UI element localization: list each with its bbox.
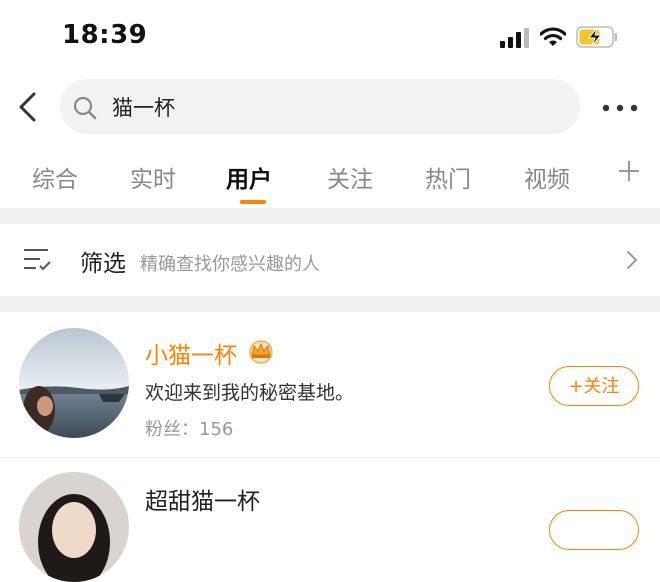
search-icon [73, 96, 97, 120]
chevron-right-icon [627, 251, 638, 269]
battery-charging-icon [576, 26, 617, 48]
section-divider [0, 208, 660, 224]
back-arrow-icon[interactable] [16, 92, 40, 122]
tab-comprehensive[interactable]: 综合 [32, 160, 78, 194]
avatar[interactable] [19, 328, 129, 438]
active-tab-indicator [240, 200, 266, 204]
user-name[interactable]: 小猫一杯 [145, 336, 237, 370]
section-divider [0, 296, 660, 312]
filter-icon [24, 249, 51, 271]
status-time: 18:39 [62, 20, 148, 50]
tab-video[interactable]: 视频 [524, 160, 570, 194]
fans-count: 粉丝：156 [145, 415, 233, 441]
user-bio: 欢迎来到我的秘密基地。 [145, 382, 355, 404]
tab-users[interactable]: 用户 [226, 160, 272, 194]
tab-realtime[interactable]: 实时 [130, 160, 176, 194]
tab-hot[interactable]: 热门 [425, 160, 471, 194]
search-query[interactable]: 猫一杯 [112, 92, 175, 122]
crown-badge-icon [249, 340, 273, 364]
avatar-image [19, 328, 129, 438]
avatar-image [19, 472, 129, 582]
cellular-signal-icon [500, 28, 529, 48]
follow-button[interactable] [549, 510, 639, 550]
filter-description: 精确查找你感兴趣的人 [140, 254, 320, 275]
more-options-icon[interactable] [602, 104, 638, 112]
filter-label: 筛选 [80, 251, 126, 277]
fans-label: 粉丝： [145, 419, 199, 440]
wifi-icon [540, 27, 566, 46]
follow-button[interactable]: +关注 [549, 366, 639, 406]
avatar[interactable] [19, 472, 129, 582]
add-tab-icon[interactable] [618, 160, 640, 182]
fans-number: 156 [199, 419, 234, 440]
user-name[interactable]: 超甜猫一杯 [145, 482, 260, 516]
tab-following[interactable]: 关注 [327, 160, 373, 194]
